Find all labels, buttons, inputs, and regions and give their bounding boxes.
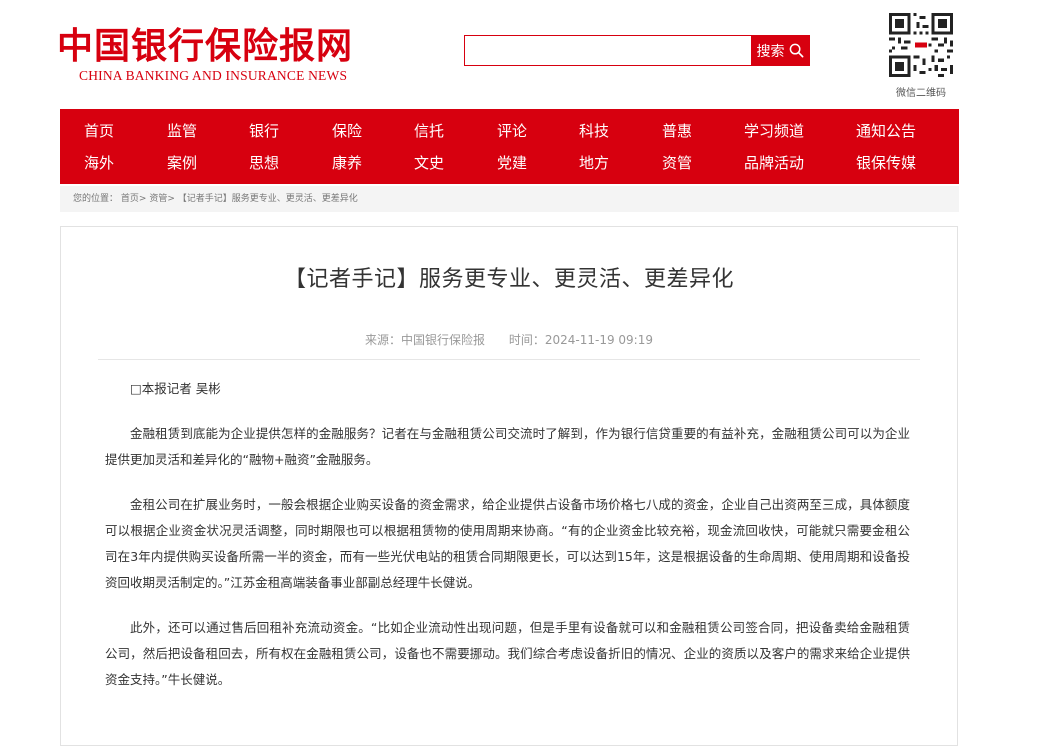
nav-item-inclusive[interactable]: 普惠 (662, 121, 692, 141)
breadcrumb-prefix: 您的位置： (73, 194, 119, 204)
search-bar: 搜索 (464, 35, 810, 66)
nav-item-bank[interactable]: 银行 (249, 121, 279, 141)
article-container: 【记者手记】服务更专业、更灵活、更差异化 来源：中国银行保险报 时间：2024-… (60, 226, 958, 746)
breadcrumb-current: 【记者手记】服务更专业、更灵活、更差异化 (177, 194, 358, 204)
breadcrumb-home[interactable]: 首页 (121, 194, 139, 204)
site-logo[interactable]: 中国银行保险报网 CHINA BANKING AND INSURANCE NEW… (57, 26, 353, 84)
nav-item-party[interactable]: 党建 (497, 153, 527, 173)
nav-item-study[interactable]: 学习频道 (744, 121, 804, 141)
search-button[interactable]: 搜索 (751, 36, 809, 65)
article-paragraph: 金租公司在扩展业务时，一般会根据企业购买设备的资金需求，给企业提供占设备市场价格… (105, 497, 910, 590)
qr-caption: 微信二维码 (896, 88, 946, 99)
search-button-label: 搜索 (756, 43, 785, 60)
nav-item-commentary[interactable]: 评论 (497, 121, 527, 141)
nav-item-cases[interactable]: 案例 (167, 153, 197, 173)
nav-item-notices[interactable]: 通知公告 (856, 121, 916, 141)
breadcrumb-separator: > (167, 194, 175, 204)
nav-item-supervision[interactable]: 监管 (167, 121, 197, 141)
nav-item-asset-mgmt[interactable]: 资管 (662, 153, 692, 173)
nav-item-local[interactable]: 地方 (579, 153, 609, 173)
divider (98, 359, 920, 360)
article-paragraph: 此外，还可以通过售后回租补充流动资金。“比如企业流动性出现问题，但是手里有设备就… (105, 620, 910, 687)
nav-item-media[interactable]: 银保传媒 (856, 153, 916, 173)
search-icon (789, 43, 803, 58)
article-meta: 来源：中国银行保险报 时间：2024-11-19 09:19 (61, 331, 957, 348)
qr-code-icon (889, 13, 953, 77)
nav-item-overseas[interactable]: 海外 (84, 153, 114, 173)
nav-item-brand-events[interactable]: 品牌活动 (744, 153, 804, 173)
nav-item-thought[interactable]: 思想 (249, 153, 279, 173)
article-title: 【记者手记】服务更专业、更灵活、更差异化 (283, 267, 734, 292)
nav-item-trust[interactable]: 信托 (414, 121, 444, 141)
nav-item-elderly-care[interactable]: 康养 (332, 153, 362, 173)
breadcrumb: 您的位置： 首页> 资管> 【记者手记】服务更专业、更灵活、更差异化 (60, 186, 959, 212)
logo-chinese: 中国银行保险报网 (57, 25, 354, 67)
nav-item-insurance[interactable]: 保险 (332, 121, 362, 141)
nav-item-home[interactable]: 首页 (84, 121, 114, 141)
nav-item-history[interactable]: 文史 (414, 153, 444, 173)
article-source: 来源：中国银行保险报 (365, 333, 486, 347)
logo-english: CHINA BANKING AND INSURANCE NEWS (79, 68, 348, 83)
main-nav: 首页 监管 银行 保险 信托 评论 科技 普惠 学习频道 通知公告 海外 案例 … (60, 109, 959, 184)
article-byline: □本报记者 吴彬 (130, 381, 221, 396)
article-time: 时间：2024-11-19 09:19 (508, 333, 653, 347)
nav-item-technology[interactable]: 科技 (579, 121, 609, 141)
article-body: □本报记者 吴彬 金融租赁到底能为企业提供怎样的金融服务？记者在与金融租赁公司交… (105, 376, 910, 712)
breadcrumb-section[interactable]: 资管 (149, 194, 167, 204)
breadcrumb-separator: > (138, 194, 147, 204)
search-input[interactable] (465, 36, 751, 65)
article-paragraph: 金融租赁到底能为企业提供怎样的金融服务？记者在与金融租赁公司交流时了解到，作为银… (105, 426, 910, 467)
